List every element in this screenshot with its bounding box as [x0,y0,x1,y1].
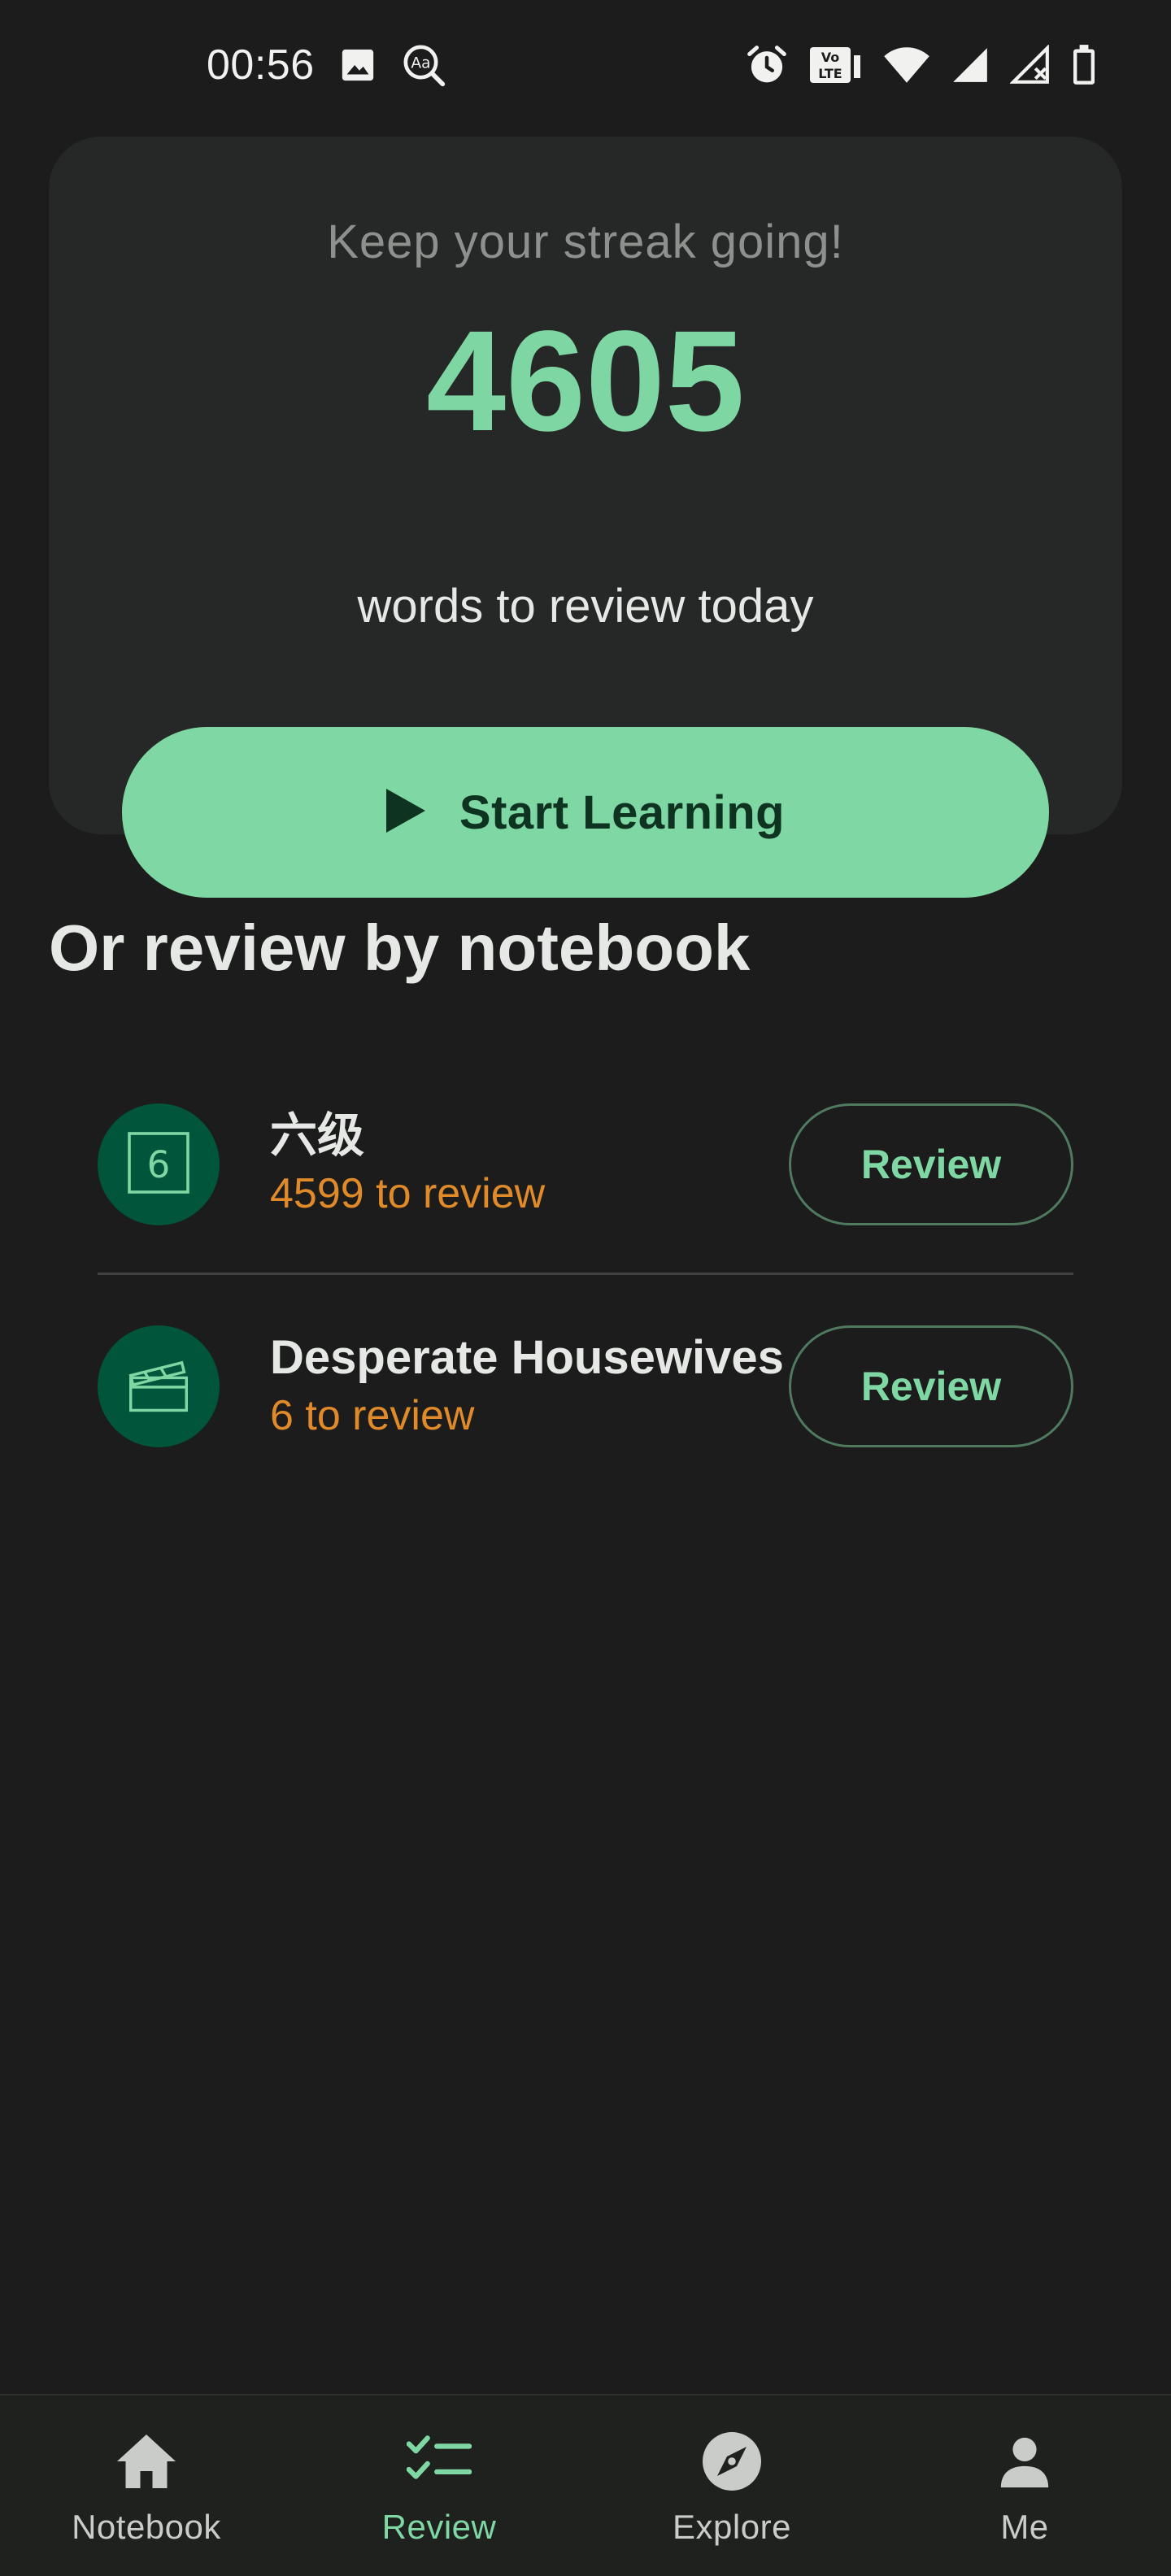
review-screen: 00:56 Aa Vo LTE Keep your streak going! … [0,0,1171,2576]
status-bar: 00:56 Aa Vo LTE [0,0,1171,130]
nav-label: Explore [673,2508,791,2546]
nav-item-explore[interactable]: Explore [586,2395,878,2576]
number-six-icon: 6 [127,1131,190,1199]
streak-card: Keep your streak going! 4605 words to re… [49,137,1122,898]
search-text-icon: Aa [401,42,446,88]
start-learning-label: Start Learning [459,785,786,839]
review-count: 4605 [426,302,745,461]
notebook-item[interactable]: 6 六级 4599 to review Review [98,1099,1073,1229]
alarm-icon [745,43,789,87]
notebook-text: Desperate Housewives 6 to review [270,1329,789,1444]
signal-no-sim-icon [1010,45,1051,85]
bottom-navigation: Notebook Review Explore Me [0,2394,1171,2576]
svg-text:6: 6 [147,1143,171,1186]
divider [98,1273,1073,1275]
checklist-icon [407,2426,472,2496]
nav-label: Me [1000,2508,1049,2546]
nav-item-review[interactable]: Review [293,2395,586,2576]
notebook-avatar: 6 [98,1103,220,1225]
status-right: Vo LTE [745,43,1098,87]
play-icon [385,788,425,837]
battery-icon [1070,44,1098,86]
home-icon [115,2426,178,2496]
notebook-text: 六级 4599 to review [270,1107,789,1222]
svg-text:Vo: Vo [821,50,840,65]
signal-icon [950,45,990,85]
start-learning-button[interactable]: Start Learning [122,727,1049,898]
nav-item-notebook[interactable]: Notebook [0,2395,293,2576]
notebook-review-count: 6 to review [270,1392,475,1440]
person-icon [996,2426,1053,2496]
notebook-avatar [98,1325,220,1447]
nav-label: Review [381,2508,497,2546]
image-icon [339,46,377,84]
svg-text:LTE: LTE [818,66,842,81]
section-title: Or review by notebook [49,912,751,984]
clapperboard-icon [126,1356,191,1417]
nav-item-me[interactable]: Me [878,2395,1171,2576]
streak-title: Keep your streak going! [327,215,844,268]
status-left: 00:56 Aa [207,41,446,89]
notebook-name: Desperate Housewives [270,1330,784,1384]
wifi-icon [883,45,930,85]
nav-label: Notebook [72,2508,221,2546]
review-button[interactable]: Review [789,1325,1073,1447]
compass-icon [700,2426,764,2496]
notebook-name: 六级 [270,1108,365,1162]
review-button[interactable]: Review [789,1103,1073,1225]
notebook-item[interactable]: Desperate Housewives 6 to review Review [98,1321,1073,1451]
status-time: 00:56 [207,41,315,89]
notebook-review-count: 4599 to review [270,1170,546,1218]
volte-icon: Vo LTE [808,45,864,85]
svg-text:Aa: Aa [411,55,430,72]
review-count-caption: words to review today [357,580,814,633]
